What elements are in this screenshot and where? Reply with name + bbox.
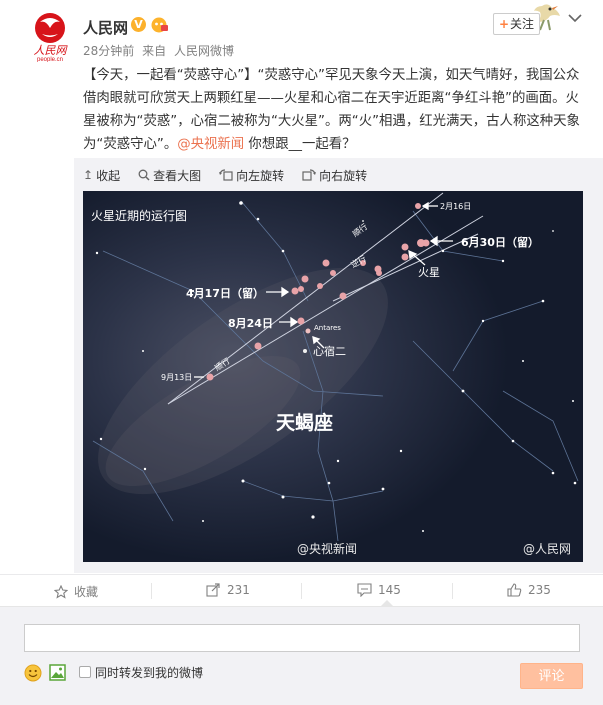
star-icon: [54, 584, 68, 599]
label-antares-cn: 心宿二: [313, 344, 346, 358]
star-map-image[interactable]: 火星近期的运行图 2月16日 6月30日（留） 4月17日（留） 8月24日 9…: [83, 191, 583, 562]
media-toolbar: ↥ 收起 查看大图 向左旋转 向右旋转: [83, 165, 367, 185]
people-daily-logo: 人民网 people.cn: [34, 13, 69, 63]
divider: [452, 583, 453, 599]
submit-comment-button[interactable]: 评论: [520, 663, 583, 689]
watermark-cctv: @央视新闻: [297, 541, 357, 556]
plus-icon: +: [498, 17, 510, 31]
label-constellation: 天蝎座: [276, 411, 333, 434]
watermark-people: @人民网: [523, 542, 571, 556]
mention-link[interactable]: @央视新闻: [177, 137, 244, 152]
rotate-left-button[interactable]: 向左旋转: [219, 165, 284, 185]
emoji-icon[interactable]: [24, 664, 42, 682]
post-text: 【今天，一起看“荧惑守心”】“荧惑守心”罕见天象今天上演，如天气晴好，我国公众借…: [83, 64, 583, 156]
repost-button[interactable]: 231: [206, 583, 250, 597]
repost-icon: [206, 583, 220, 597]
label-apr17: 4月17日（留）: [186, 286, 264, 300]
label-mars: 火星: [418, 266, 440, 279]
follow-label: 关注: [510, 17, 535, 31]
verified-badge-icon: V: [131, 17, 146, 32]
comment-area: 同时转发到我的微博 评论: [0, 606, 603, 705]
label-feb16: 2月16日: [440, 202, 471, 211]
arrow-up-icon: ↥: [83, 168, 94, 182]
weibo-post-card: 人民网 people.cn 人民网 V 28分钟前 来自 人民网微博 +关注 【…: [0, 0, 603, 705]
divider: [151, 583, 152, 599]
post-time[interactable]: 28分钟前: [83, 44, 134, 58]
like-count: 235: [528, 583, 551, 597]
action-bar: 收藏 231 145 235: [0, 574, 603, 602]
post-meta: 28分钟前 来自 人民网微博: [83, 42, 238, 59]
repost-checkbox-label[interactable]: 同时转发到我的微博: [95, 664, 203, 681]
vip-icon[interactable]: [150, 16, 168, 33]
source-prefix: 来自: [142, 44, 167, 58]
image-icon[interactable]: [49, 664, 66, 681]
view-large-button[interactable]: 查看大图: [138, 165, 201, 185]
star-map-title: 火星近期的运行图: [91, 208, 187, 223]
favorite-button[interactable]: 收藏: [54, 583, 98, 600]
star-map-graphic: 火星近期的运行图 2月16日 6月30日（留） 4月17日（留） 8月24日 9…: [83, 191, 583, 562]
svg-text:人民网: 人民网: [34, 44, 69, 57]
thumbs-up-icon: [507, 583, 522, 597]
label-antares-en: Antares: [314, 324, 341, 332]
comment-icon: [357, 583, 372, 597]
comment-button[interactable]: 145: [357, 583, 401, 597]
label-sep13: 9月13日: [161, 373, 192, 382]
svg-text:people.cn: people.cn: [37, 57, 63, 62]
repost-count: 231: [227, 583, 250, 597]
rotate-right-label: 向右旋转: [319, 168, 368, 183]
repost-checkbox[interactable]: [79, 666, 91, 678]
post-source[interactable]: 人民网微博: [174, 44, 234, 58]
rotate-right-button[interactable]: 向右旋转: [302, 165, 367, 185]
view-large-label: 查看大图: [153, 168, 202, 183]
divider: [301, 583, 302, 599]
user-name[interactable]: 人民网: [83, 17, 128, 38]
rotate-left-icon: [219, 169, 233, 181]
chevron-down-icon[interactable]: [567, 10, 583, 26]
rotate-left-label: 向左旋转: [236, 168, 285, 183]
magnifier-icon: [138, 169, 150, 181]
like-button[interactable]: 235: [507, 583, 551, 597]
collapse-label: 收起: [96, 168, 121, 183]
follow-button[interactable]: +关注: [493, 13, 540, 35]
comment-count: 145: [378, 583, 401, 597]
favorite-label: 收藏: [74, 585, 99, 599]
label-jun30: 6月30日（留）: [461, 235, 539, 249]
post-text-tail: 你想跟__一起看？: [244, 137, 356, 152]
collapse-button[interactable]: ↥ 收起: [83, 165, 120, 185]
label-aug24: 8月24日: [228, 317, 273, 330]
avatar[interactable]: 人民网 people.cn: [28, 10, 72, 63]
rotate-right-icon: [302, 169, 317, 181]
comment-input[interactable]: [24, 624, 580, 652]
